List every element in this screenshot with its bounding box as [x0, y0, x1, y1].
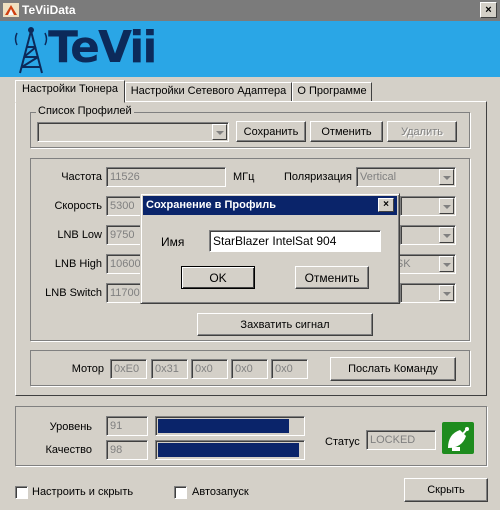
frequency-unit: МГц: [233, 171, 255, 183]
speed-side-select[interactable]: [400, 196, 456, 216]
dialog-title-bar[interactable]: Сохранение в Профиль ×: [143, 196, 397, 215]
profile-select[interactable]: [37, 122, 229, 142]
motor-byte-5[interactable]: 0x0: [271, 359, 308, 379]
status-field: LOCKED: [366, 430, 436, 450]
motor-label: Мотор: [71, 363, 104, 375]
lnb-low-side-select[interactable]: [400, 225, 456, 245]
level-bar: [155, 416, 305, 436]
modulation-select[interactable]: QPSK: [398, 254, 456, 274]
level-value-field: 91: [106, 416, 148, 436]
window-close-button[interactable]: ×: [480, 2, 497, 18]
dialog-name-label: Имя: [161, 235, 185, 249]
save-profile-button[interactable]: Сохранить: [236, 121, 306, 142]
autostart-label: Автозапуск: [192, 486, 249, 498]
brand-banner: TeVii: [0, 21, 500, 77]
chevron-down-icon[interactable]: [439, 227, 454, 243]
quality-bar-fill: [158, 443, 299, 457]
tab-network-adapter-settings[interactable]: Настройки Сетевого Адаптера: [125, 82, 292, 102]
profiles-legend: Список Профилей: [36, 105, 134, 117]
quality-value-field: 98: [106, 440, 148, 460]
capture-signal-button[interactable]: Захватить сигнал: [197, 313, 373, 336]
polarization-label: Поляризация: [284, 171, 352, 183]
dialog-title: Сохранение в Профиль: [146, 199, 276, 211]
level-bar-fill: [158, 419, 289, 433]
lnb-high-label: LNB High: [54, 258, 102, 270]
save-profile-dialog: Сохранение в Профиль × Имя StarBlazer In…: [140, 193, 400, 304]
brand-logo-text: TeVii: [48, 22, 157, 73]
satellite-dish-icon: [442, 422, 474, 454]
quality-bar: [155, 440, 305, 460]
chevron-down-icon[interactable]: [439, 256, 454, 272]
polarization-select[interactable]: Vertical: [356, 167, 456, 187]
app-icon: [3, 3, 19, 17]
lnb-low-label: LNB Low: [57, 229, 102, 241]
motor-byte-2[interactable]: 0x31: [151, 359, 188, 379]
title-bar[interactable]: TeViiData ×: [0, 0, 500, 21]
lnb-switch-side-select[interactable]: [400, 283, 456, 303]
frequency-label: Частота: [61, 171, 102, 183]
send-command-button[interactable]: Послать Команду: [330, 357, 456, 381]
quality-label: Качество: [45, 444, 92, 456]
chevron-down-icon[interactable]: [439, 198, 454, 214]
delete-profile-button[interactable]: Удалить: [387, 121, 457, 142]
tab-about[interactable]: О Программе: [292, 82, 372, 102]
speed-label: Скорость: [54, 200, 102, 212]
dialog-ok-button[interactable]: OK: [181, 266, 255, 289]
level-label: Уровень: [49, 421, 92, 433]
cancel-profile-button[interactable]: Отменить: [310, 121, 383, 142]
dialog-name-input[interactable]: StarBlazer IntelSat 904: [209, 230, 381, 252]
autostart-checkbox[interactable]: [174, 486, 187, 499]
window-title: TeViiData: [22, 3, 76, 17]
lnb-switch-label: LNB Switch: [45, 287, 102, 299]
tab-tuner-settings[interactable]: Настройки Тюнера: [15, 80, 125, 103]
frequency-field[interactable]: 11526: [106, 167, 226, 187]
chevron-down-icon[interactable]: [439, 285, 454, 301]
dialog-cancel-button[interactable]: Отменить: [295, 266, 369, 289]
chevron-down-icon[interactable]: [439, 169, 454, 185]
tune-and-hide-label: Настроить и скрыть: [32, 486, 134, 498]
hide-button[interactable]: Скрыть: [404, 478, 488, 502]
chevron-down-icon[interactable]: [212, 124, 227, 140]
motor-byte-1[interactable]: 0xE0: [110, 359, 147, 379]
polarization-value: Vertical: [360, 171, 397, 183]
status-label: Статус: [325, 436, 360, 448]
motor-byte-4[interactable]: 0x0: [231, 359, 268, 379]
motor-byte-3[interactable]: 0x0: [191, 359, 228, 379]
tune-and-hide-checkbox[interactable]: [15, 486, 28, 499]
antenna-tower-icon: [14, 27, 48, 74]
dialog-close-button[interactable]: ×: [378, 198, 394, 212]
